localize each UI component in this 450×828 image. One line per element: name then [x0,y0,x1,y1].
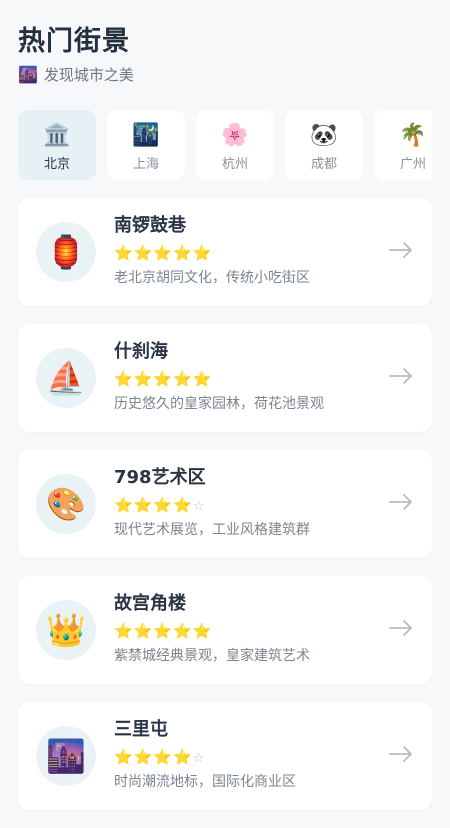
star-rating: ⭐⭐⭐⭐⭐ [114,370,212,388]
star-empty-icon: ☆ [192,499,206,514]
star-filled-icon: ⭐ [153,748,174,766]
star-filled-icon: ⭐ [114,496,134,514]
night-city-icon: 🌃 [132,122,160,148]
star-rating: ⭐⭐⭐⭐⭐ [114,622,212,640]
city-label: 杭州 [221,156,248,172]
star-filled-icon: ⭐ [133,622,154,640]
star-filled-icon: ⭐ [153,496,174,514]
star-filled-icon: ⭐ [153,370,174,388]
star-rating: ⭐⭐⭐⭐☆ [114,748,205,768]
star-rating: ⭐⭐⭐⭐⭐ [114,244,212,262]
star-empty-icon: ☆ [192,751,206,766]
city-tab-beijing[interactable]: 🏛️ 北京 [18,110,96,180]
place-description: 现代艺术展览，工业风格建筑群 [114,522,310,538]
place-list: 🏮 南锣鼓巷 ⭐⭐⭐⭐⭐ 老北京胡同文化，传统小吃街区 ⛵ 什刹海 ⭐⭐⭐⭐⭐ … [18,198,432,828]
city-label: 北京 [43,156,70,172]
star-filled-icon: ⭐ [133,244,154,262]
star-filled-icon: ⭐ [173,244,193,262]
arrow-right-icon[interactable] [388,240,414,260]
classical-building-icon: 🏛️ [43,122,71,148]
place-name: 三里屯 [114,719,168,740]
arrow-right-icon[interactable] [388,492,414,512]
star-filled-icon: ⭐ [173,496,193,514]
page-subtitle: 🌆 发现城市之美 [18,64,134,86]
city-label: 成都 [310,156,337,172]
place-card-shichahai[interactable]: ⛵ 什刹海 ⭐⭐⭐⭐⭐ 历史悠久的皇家园林，荷花池景观 [18,324,432,432]
star-filled-icon: ⭐ [192,622,213,640]
page-title: 热门街景 [18,26,130,57]
city-tab-shanghai[interactable]: 🌃 上海 [107,110,185,180]
subtitle-text: 发现城市之美 [43,66,134,84]
place-description: 时尚潮流地标，国际化商业区 [114,774,296,790]
city-night-icon: 🌆 [18,65,38,84]
star-filled-icon: ⭐ [153,622,174,640]
place-name: 什刹海 [114,341,168,362]
palette-icon: 🎨 [36,474,96,534]
star-filled-icon: ⭐ [173,622,193,640]
star-filled-icon: ⭐ [173,748,193,766]
city-label: 广州 [399,156,426,172]
cherry-blossom-icon: 🌸 [221,122,249,148]
place-card-sanlitun[interactable]: 🌆 三里屯 ⭐⭐⭐⭐☆ 时尚潮流地标，国际化商业区 [18,702,432,810]
place-name: 798艺术区 [114,467,206,488]
place-description: 紫禁城经典景观，皇家建筑艺术 [114,648,310,664]
star-filled-icon: ⭐ [173,370,193,388]
city-tab-chengdu[interactable]: 🐼 成都 [285,110,363,180]
city-tab-hangzhou[interactable]: 🌸 杭州 [196,110,274,180]
arrow-right-icon[interactable] [388,618,414,638]
place-card-nanluoguxiang[interactable]: 🏮 南锣鼓巷 ⭐⭐⭐⭐⭐ 老北京胡同文化，传统小吃街区 [18,198,432,306]
arrow-right-icon[interactable] [388,366,414,386]
city-label: 上海 [132,156,159,172]
star-rating: ⭐⭐⭐⭐☆ [114,496,205,516]
city-dusk-icon: 🌆 [36,726,96,786]
sailboat-icon: ⛵ [36,348,96,408]
star-filled-icon: ⭐ [133,370,154,388]
arrow-right-icon[interactable] [388,744,414,764]
star-filled-icon: ⭐ [114,370,134,388]
star-filled-icon: ⭐ [114,622,134,640]
city-tabs: 🏛️ 北京 🌃 上海 🌸 杭州 🐼 成都 🌴 广州 [18,110,432,180]
star-filled-icon: ⭐ [133,748,154,766]
crown-icon: 👑 [36,600,96,660]
lantern-icon: 🏮 [36,222,96,282]
place-name: 南锣鼓巷 [114,215,186,236]
place-card-798[interactable]: 🎨 798艺术区 ⭐⭐⭐⭐☆ 现代艺术展览，工业风格建筑群 [18,450,432,558]
star-filled-icon: ⭐ [114,244,134,262]
page-header: 热门街景 🌆 发现城市之美 [18,22,134,86]
star-filled-icon: ⭐ [114,748,134,766]
place-name: 故宫角楼 [114,593,186,614]
palm-tree-icon: 🌴 [399,122,427,148]
star-filled-icon: ⭐ [192,370,213,388]
star-filled-icon: ⭐ [192,244,213,262]
place-description: 历史悠久的皇家园林，荷花池景观 [114,396,324,412]
place-description: 老北京胡同文化，传统小吃街区 [114,270,310,286]
city-tab-guangzhou[interactable]: 🌴 广州 [374,110,432,180]
place-card-gugong-jiaolou[interactable]: 👑 故宫角楼 ⭐⭐⭐⭐⭐ 紫禁城经典景观，皇家建筑艺术 [18,576,432,684]
star-filled-icon: ⭐ [153,244,174,262]
star-filled-icon: ⭐ [133,496,154,514]
panda-icon: 🐼 [310,122,338,148]
